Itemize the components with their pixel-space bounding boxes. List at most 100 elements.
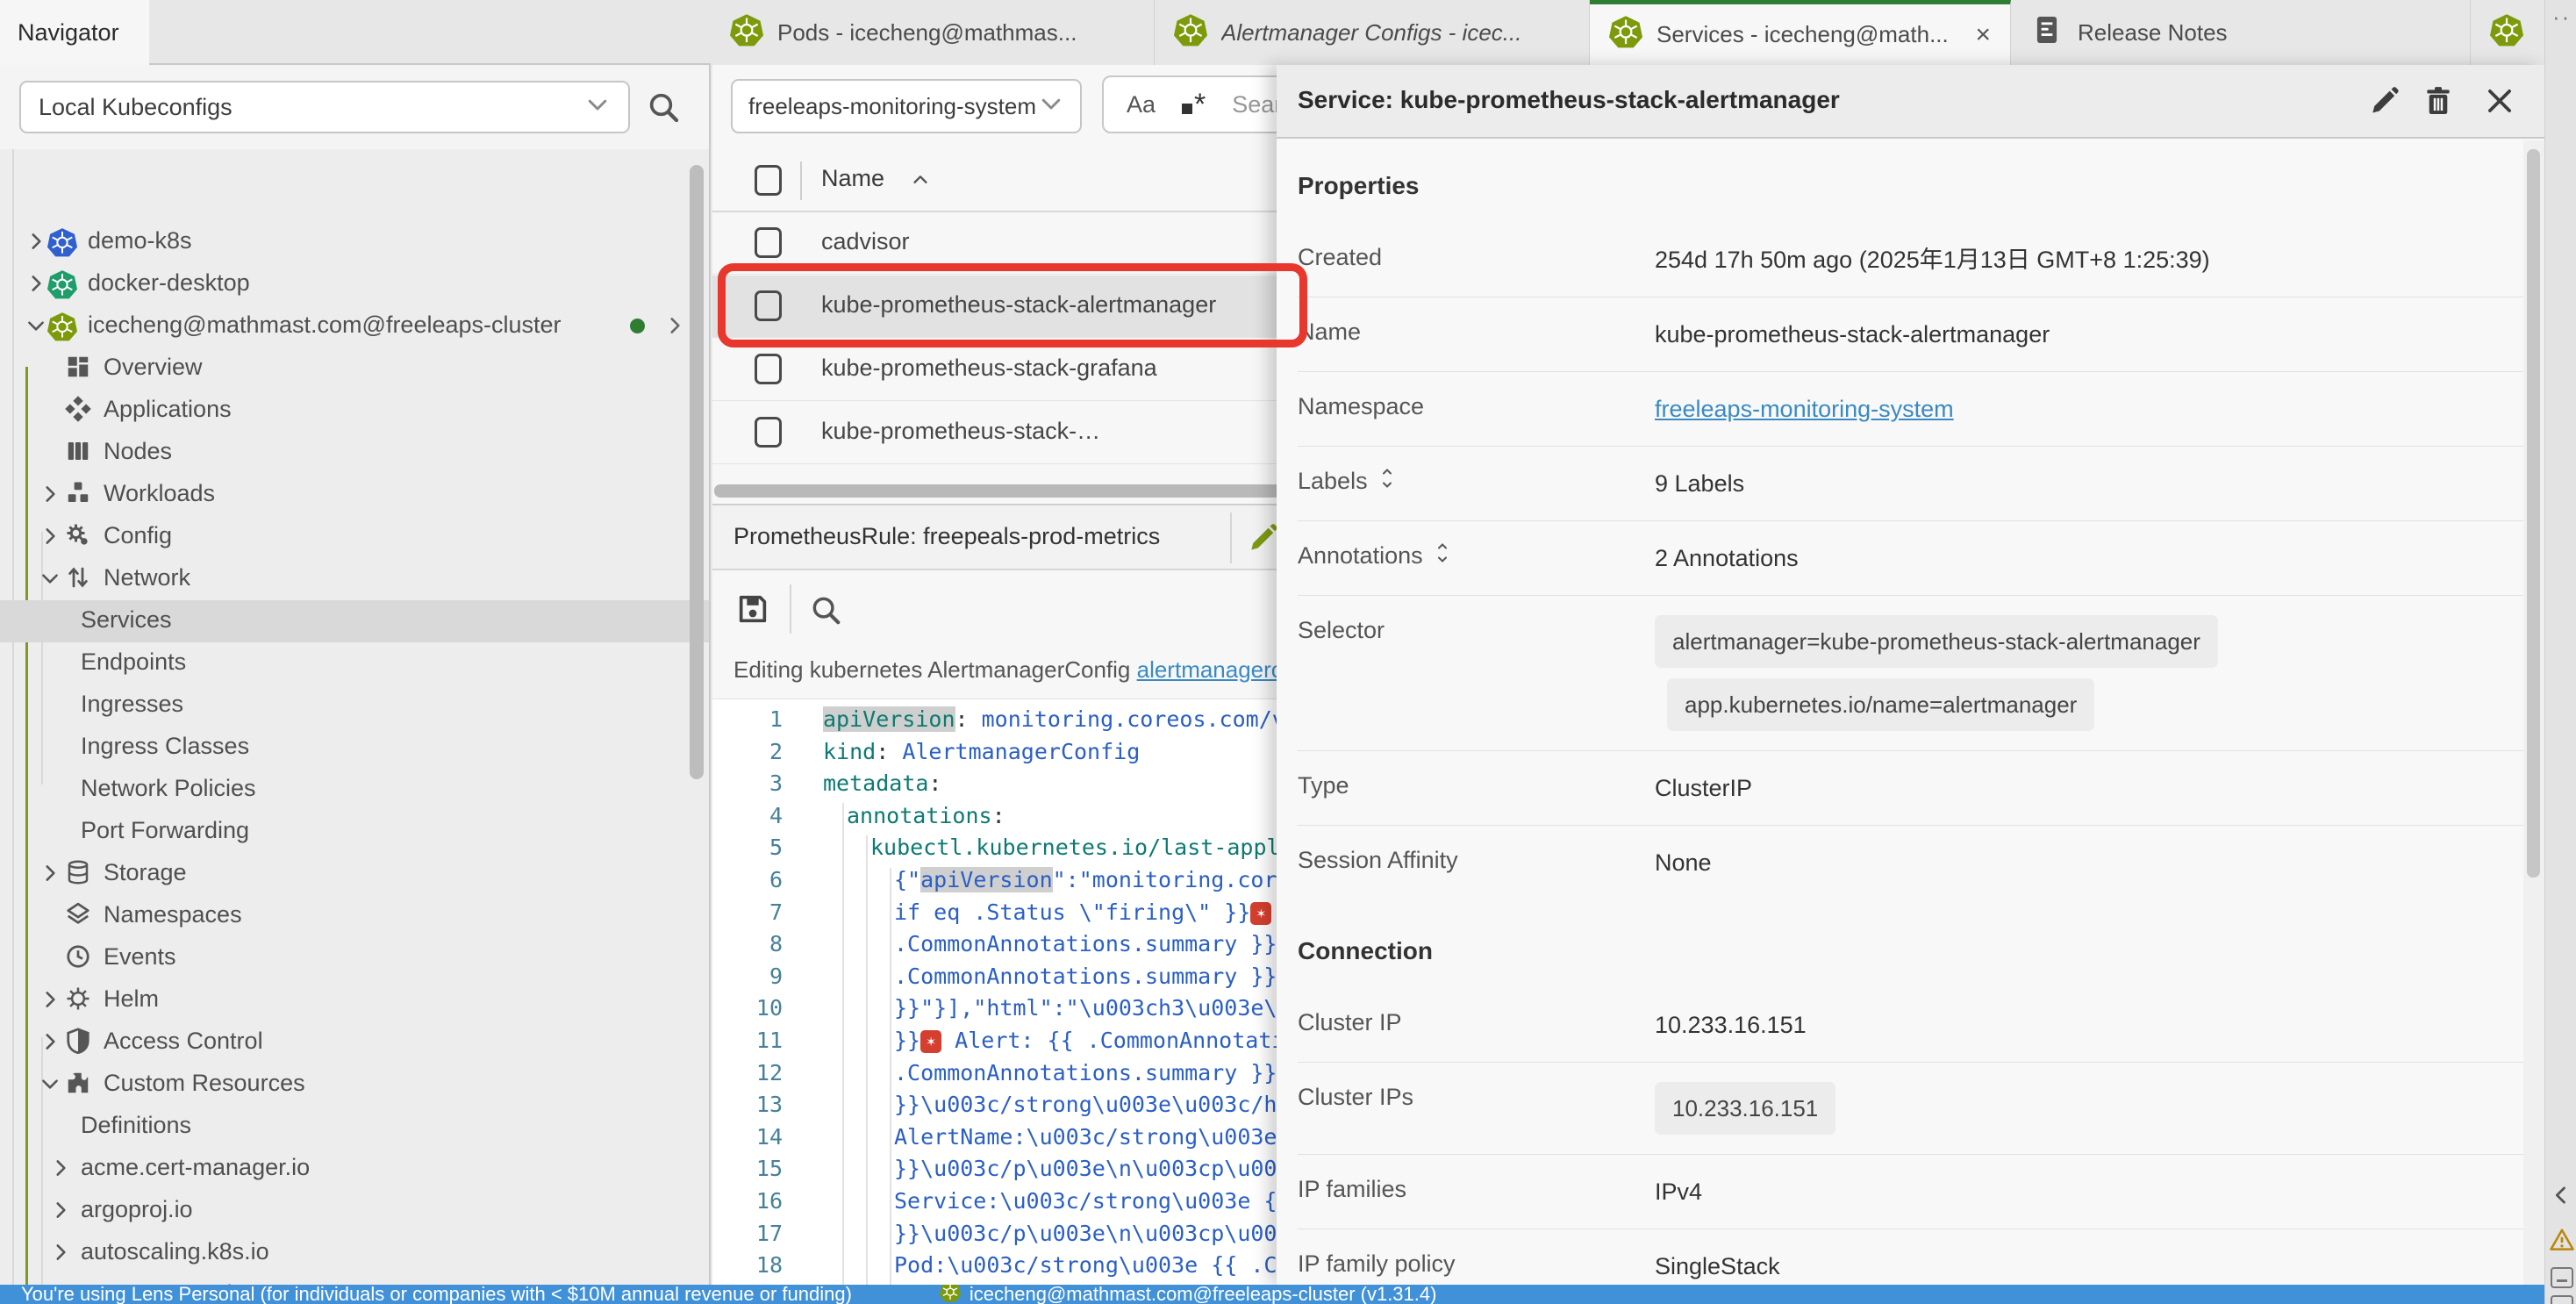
- select-all-checkbox[interactable]: [755, 165, 782, 196]
- service-name: kube-prometheus-stack-…: [821, 418, 1100, 445]
- sidebar-item-network-policies[interactable]: Network Policies: [0, 769, 711, 811]
- sidebar-item-ingress-classes[interactable]: Ingress Classes: [0, 727, 711, 769]
- row-checkbox[interactable]: [755, 417, 782, 448]
- detail-row-ip-families: IP familiesIPv4: [1298, 1154, 2523, 1229]
- save-icon[interactable]: [735, 591, 770, 631]
- chevron-right-icon[interactable]: [39, 483, 61, 512]
- sidebar-item-autoscaling-k8s-io[interactable]: autoscaling.k8s.io: [0, 1232, 711, 1274]
- chevron-down-icon: [584, 91, 611, 124]
- chevron-right-icon[interactable]: [49, 1241, 72, 1270]
- sidebar-item-config[interactable]: Config: [0, 516, 711, 558]
- navigator-header[interactable]: Navigator: [0, 0, 149, 65]
- alarm-emoji-icon: ✶: [920, 1030, 941, 1053]
- tab-pods-icecheng-mathmas-[interactable]: Pods - icecheng@mathmas...: [711, 0, 1155, 65]
- chevron-right-icon[interactable]: [49, 1157, 72, 1186]
- value-badge: alertmanager=kube-prometheus-stack-alert…: [1655, 615, 2218, 668]
- sidebar-item-helm[interactable]: Helm: [0, 979, 711, 1021]
- edit-pencil-icon[interactable]: [2367, 84, 2401, 122]
- chevron-right-icon[interactable]: [39, 988, 61, 1017]
- detail-row-cluster-ip: Cluster IP10.233.16.151: [1298, 988, 2523, 1062]
- sidebar-item-acme-cert-manager-io[interactable]: acme.cert-manager.io: [0, 1148, 711, 1190]
- cubes-icon: [65, 480, 91, 512]
- sidebar-item-nodes[interactable]: Nodes: [0, 432, 711, 474]
- section-title-properties: Properties: [1298, 140, 2523, 223]
- namespace-link[interactable]: freeleaps-monitoring-system: [1655, 396, 1954, 422]
- sidebar-item-storage[interactable]: Storage: [0, 853, 711, 895]
- drawer-body: PropertiesCreated254d 17h 50m ago (2025年…: [1277, 140, 2523, 1285]
- sidebar-item-custom-resources[interactable]: Custom Resources: [0, 1064, 711, 1106]
- close-tab-icon[interactable]: ×: [1975, 20, 1991, 50]
- sidebar-item-label: Namespaces: [104, 901, 242, 928]
- sidebar-item-endpoints[interactable]: Endpoints: [0, 642, 711, 684]
- sidebar-item-services[interactable]: Services: [0, 600, 711, 642]
- tab-services-icecheng-math-[interactable]: Services - icecheng@math...×: [1590, 0, 2011, 65]
- sidebar-scrollbar[interactable]: [690, 165, 704, 779]
- search-icon[interactable]: [646, 90, 681, 129]
- chevron-right-icon[interactable]: [39, 1030, 61, 1059]
- sidebar-item-argoproj-io[interactable]: argoproj.io: [0, 1190, 711, 1232]
- edit-pencil-icon[interactable]: [1246, 521, 1279, 559]
- sidebar-item-overview[interactable]: Overview: [0, 347, 711, 390]
- kubernetes-icon: [940, 1285, 961, 1304]
- detail-label: Namespace: [1298, 391, 1655, 420]
- detail-label: Name: [1298, 317, 1655, 346]
- sidebar-item-workloads[interactable]: Workloads: [0, 474, 711, 516]
- name-column-header[interactable]: Name: [821, 165, 884, 192]
- sidebar-item-label: Port Forwarding: [81, 817, 249, 844]
- sidebar-item-label: acme.cert-manager.io: [81, 1154, 310, 1181]
- close-icon[interactable]: [2483, 84, 2516, 122]
- sidebar-item-access-control[interactable]: Access Control: [0, 1021, 711, 1064]
- match-case-icon[interactable]: Aa: [1127, 91, 1156, 118]
- detail-row-selector: Selectoralertmanager=kube-prometheus-sta…: [1298, 595, 2523, 750]
- sidebar-item-label: Ingresses: [81, 691, 183, 718]
- sidebar-item-label: Applications: [104, 396, 232, 423]
- kubeconfig-select[interactable]: Local Kubeconfigs: [19, 81, 630, 133]
- row-checkbox[interactable]: [755, 227, 782, 258]
- sidebar-item-namespaces[interactable]: Namespaces: [0, 895, 711, 937]
- cluster-connected-dot: [630, 319, 645, 333]
- sidebar-item-network[interactable]: Network: [0, 558, 711, 600]
- collapse-chevron-icon[interactable]: [2549, 1183, 2573, 1212]
- regex-icon[interactable]: *: [1182, 88, 1206, 122]
- sort-toggle-icon[interactable]: [1377, 468, 1398, 495]
- sidebar-item-applications[interactable]: Applications: [0, 390, 711, 432]
- more-dots-icon[interactable]: ··: [2552, 4, 2571, 31]
- delete-trash-icon[interactable]: [2422, 84, 2455, 122]
- sidebar-item-definitions[interactable]: Definitions: [0, 1106, 711, 1148]
- line-number: 9: [712, 960, 783, 992]
- sidebar-item-docker-desktop[interactable]: docker-desktop: [0, 263, 711, 305]
- drawer-scrollbar[interactable]: [2527, 149, 2540, 878]
- chevron-down-icon[interactable]: [39, 567, 61, 596]
- namespace-select[interactable]: freeleaps-monitoring-system: [731, 79, 1082, 133]
- sort-toggle-icon[interactable]: [1432, 542, 1453, 570]
- chevron-right-icon[interactable]: [39, 525, 61, 554]
- sidebar-item-label: autoscaling.k8s.io: [81, 1238, 269, 1265]
- diamond-icon: [65, 396, 91, 428]
- sidebar-item-events[interactable]: Events: [0, 937, 711, 979]
- tab-alertmanager-configs-ice[interactable]: Alertmanager Configs - icec...: [1155, 0, 1590, 65]
- chevron-down-icon[interactable]: [39, 1072, 61, 1101]
- sidebar-item-ingresses[interactable]: Ingresses: [0, 684, 711, 727]
- tab-release-notes[interactable]: Release Notes: [2011, 0, 2471, 65]
- line-content: }}\u003c/p\u003e\n\u003cp\u003e\: [894, 1152, 1317, 1185]
- chevron-right-icon[interactable]: [25, 272, 47, 301]
- line-number: 10: [712, 992, 783, 1024]
- sidebar-item-icecheng-mathmast-com-freeleap[interactable]: icecheng@mathmast.com@freeleaps-cluster: [0, 305, 711, 347]
- sidebar-item-demo-k8s[interactable]: demo-k8s: [0, 221, 711, 263]
- warning-triangle-icon[interactable]: [2549, 1227, 2575, 1257]
- search-icon[interactable]: [809, 593, 842, 631]
- line-content: if eq .Status \"firing\" }}✶: [894, 896, 1271, 928]
- row-checkbox[interactable]: [755, 354, 782, 384]
- chevron-right-icon[interactable]: [663, 314, 686, 343]
- chevron-right-icon[interactable]: [25, 230, 47, 259]
- chevron-right-icon[interactable]: [49, 1199, 72, 1228]
- notification-square-icon[interactable]: [2551, 1295, 2573, 1304]
- sidebar-item-cert-manager-io[interactable]: cert-manager.io: [0, 1274, 711, 1285]
- sort-caret-icon[interactable]: [911, 170, 930, 194]
- chevron-down-icon[interactable]: [25, 314, 47, 343]
- chevron-right-icon[interactable]: [39, 862, 61, 891]
- kubernetes-icon: [47, 269, 77, 305]
- notification-square-icon[interactable]: [2551, 1267, 2573, 1288]
- sidebar-item-label: Nodes: [104, 438, 172, 465]
- sidebar-item-port-forwarding[interactable]: Port Forwarding: [0, 811, 711, 853]
